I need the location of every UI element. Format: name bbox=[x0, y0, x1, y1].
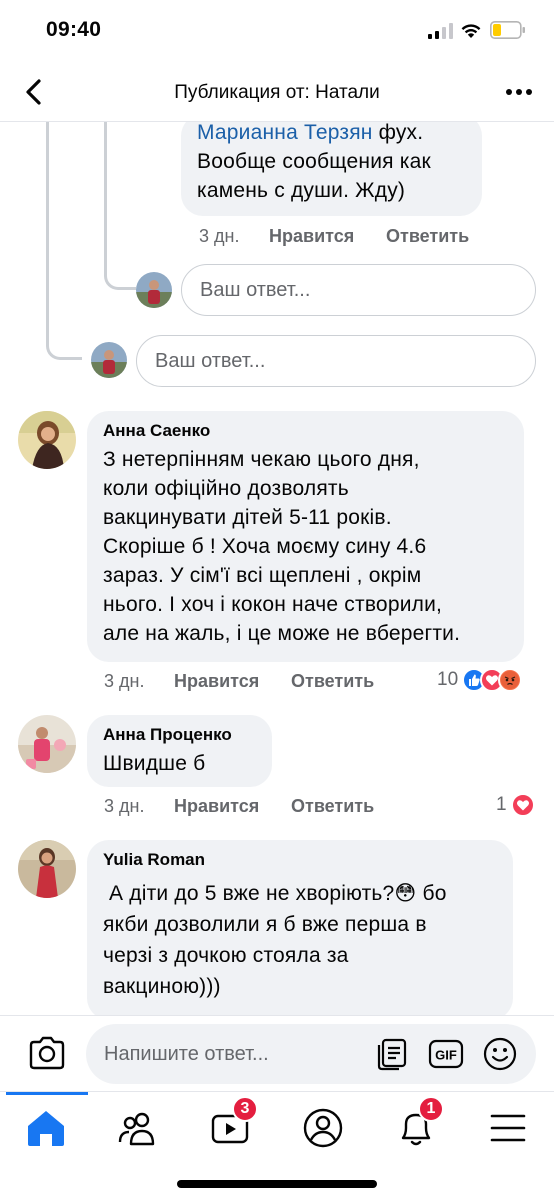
tab-home[interactable] bbox=[24, 1106, 68, 1150]
camera-icon[interactable] bbox=[28, 1035, 66, 1071]
profile-icon bbox=[303, 1108, 343, 1148]
angry-reaction-icon bbox=[498, 668, 523, 692]
reactions-summary[interactable]: 1 bbox=[496, 793, 535, 817]
comment-time: 3 дн. bbox=[199, 226, 240, 246]
notifications-badge: 1 bbox=[418, 1096, 444, 1122]
tab-menu[interactable] bbox=[486, 1106, 530, 1150]
avatar bbox=[91, 342, 127, 378]
comment-text: А діти до 5 вже не хворіють?😳 бо якби до… bbox=[103, 882, 447, 998]
avatar-yulia-roman[interactable] bbox=[18, 840, 76, 898]
comment-input[interactable]: Напишите ответ... GIF bbox=[86, 1024, 536, 1084]
comment-bubble: Yulia Roman А діти до 5 вже не хворіють?… bbox=[87, 840, 513, 1015]
reply-button[interactable]: Ответить bbox=[291, 671, 374, 692]
home-indicator bbox=[177, 1180, 377, 1188]
reply-input[interactable]: Ваш ответ... bbox=[181, 264, 536, 316]
reply-input[interactable]: Ваш ответ... bbox=[136, 335, 536, 387]
cellular-signal-icon bbox=[428, 23, 453, 39]
battery-icon bbox=[490, 21, 525, 39]
reactions-summary[interactable]: 10 bbox=[437, 668, 523, 692]
video-badge: 3 bbox=[232, 1096, 258, 1122]
post-header: Публикация от: Натали bbox=[0, 62, 554, 122]
like-button[interactable]: Нравится bbox=[174, 671, 259, 692]
comment-bubble: Анна Проценко Швидше б bbox=[87, 715, 272, 787]
avatar-anna-protsenko[interactable] bbox=[18, 715, 76, 773]
status-bar: 09:40 bbox=[0, 0, 554, 62]
wifi-icon bbox=[461, 24, 481, 38]
comment-input-placeholder: Напишите ответ... bbox=[104, 1043, 269, 1065]
like-button[interactable]: Нравится bbox=[269, 226, 354, 247]
comment-author[interactable]: Yulia Roman bbox=[103, 850, 497, 870]
reply-button[interactable]: Ответить bbox=[386, 226, 469, 247]
avatar-anna-saenko[interactable] bbox=[18, 411, 76, 469]
friends-icon bbox=[118, 1112, 155, 1146]
emoji-icon[interactable] bbox=[482, 1036, 518, 1072]
thread-connector-inner bbox=[104, 122, 136, 290]
comments-list: Марианна Терзян фух. Вообще сообщения ка… bbox=[0, 122, 554, 1015]
like-button[interactable]: Нравится bbox=[174, 796, 259, 817]
tab-watch[interactable]: 3 bbox=[208, 1096, 258, 1150]
comment-text: Марианна Терзян фух. Вообще сообщения ка… bbox=[197, 122, 431, 202]
more-options-icon[interactable] bbox=[504, 80, 534, 104]
comment-time: 3 дн. bbox=[104, 796, 145, 816]
comment-author[interactable]: Анна Саенко bbox=[103, 421, 508, 441]
reactions-count: 10 bbox=[437, 669, 459, 690]
menu-icon bbox=[490, 1114, 526, 1142]
page-title: Публикация от: Натали bbox=[174, 82, 380, 103]
mention-link[interactable]: Марианна Терзян bbox=[197, 122, 373, 144]
reactions-count: 1 bbox=[496, 794, 507, 815]
tab-friends[interactable] bbox=[116, 1106, 160, 1150]
active-tab-indicator bbox=[6, 1092, 88, 1095]
comment-bubble-reply: Марианна Терзян фух. Вообще сообщения ка… bbox=[181, 122, 482, 216]
home-icon bbox=[28, 1111, 64, 1146]
gif-icon[interactable]: GIF bbox=[428, 1036, 464, 1072]
avatar bbox=[136, 272, 172, 308]
sticker-icon[interactable] bbox=[374, 1036, 410, 1072]
comment-time: 3 дн. bbox=[104, 671, 145, 691]
thread-connector-outer bbox=[46, 122, 82, 360]
comment-composer: Напишите ответ... GIF bbox=[0, 1015, 554, 1091]
love-reaction-icon bbox=[510, 793, 535, 817]
tab-notifications[interactable]: 1 bbox=[394, 1096, 444, 1150]
comment-text: Швидше б bbox=[103, 752, 206, 775]
comment-bubble: Анна Саенко З нетерпінням чекаю цього дн… bbox=[87, 411, 524, 662]
status-time: 09:40 bbox=[46, 18, 102, 41]
tab-profile[interactable] bbox=[301, 1106, 345, 1150]
comment-text: З нетерпінням чекаю цього дня, коли офіц… bbox=[103, 448, 461, 645]
comment-author[interactable]: Анна Проценко bbox=[103, 725, 256, 745]
reply-button[interactable]: Ответить bbox=[291, 796, 374, 817]
svg-text:GIF: GIF bbox=[435, 1048, 457, 1063]
